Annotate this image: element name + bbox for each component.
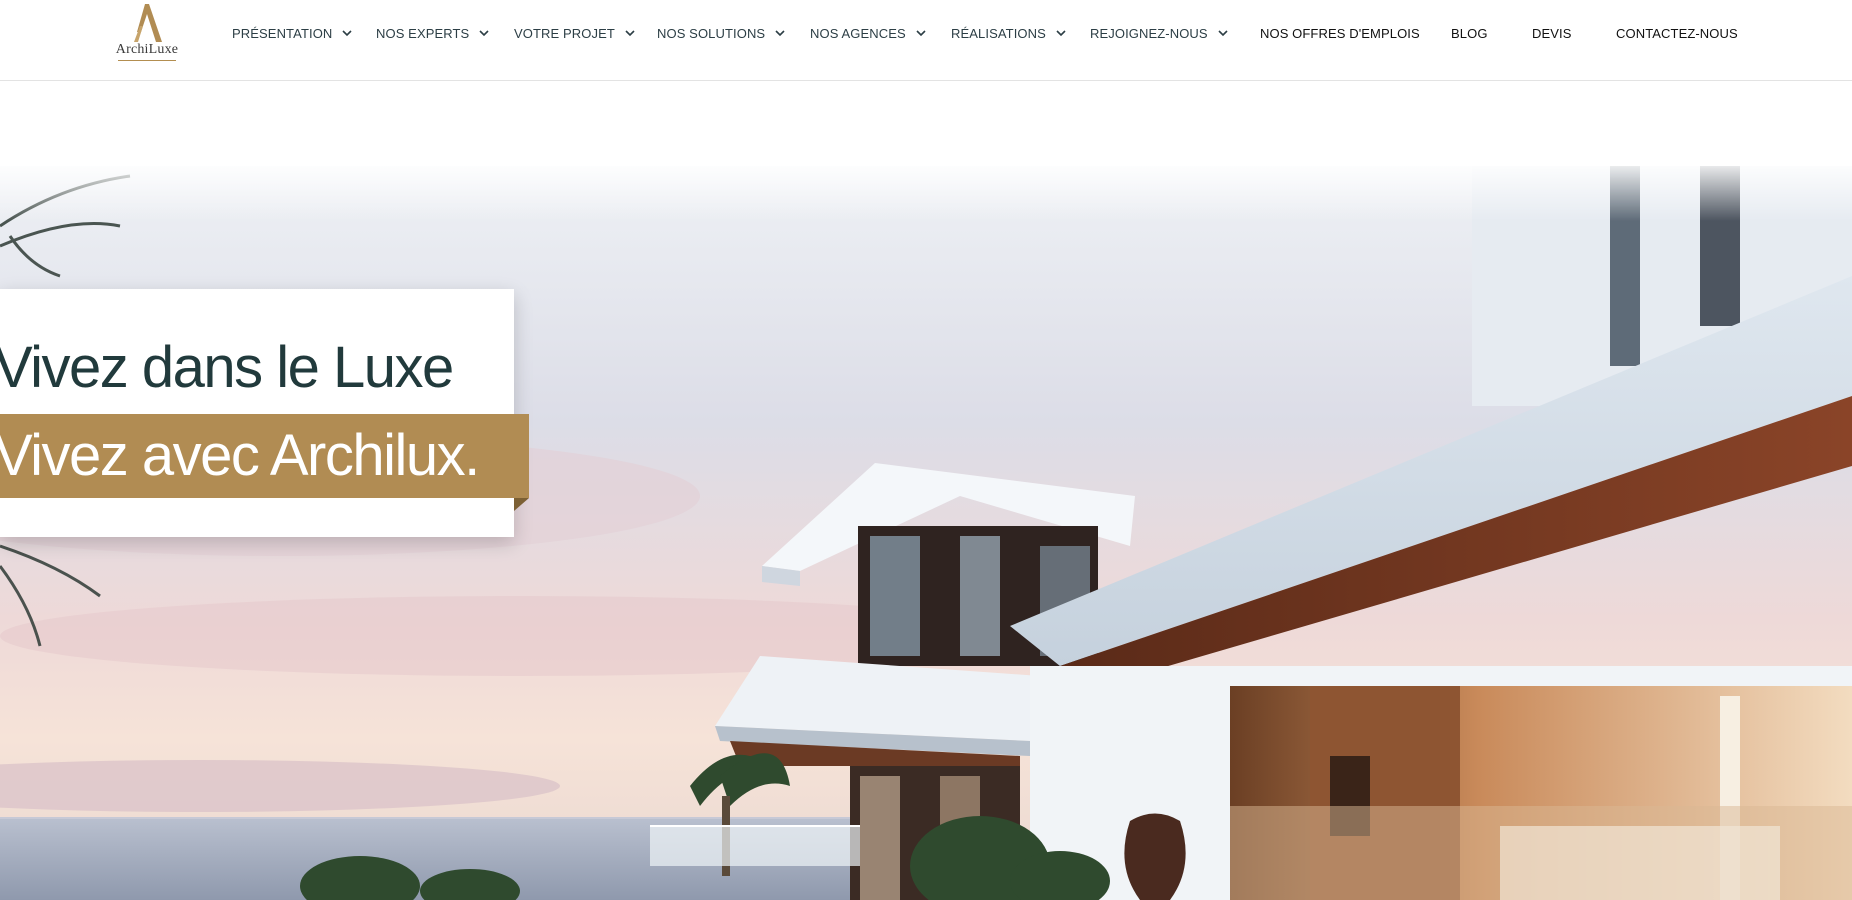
site-header: ArchiLuxe PRÉSENTATION NOS EXPERTS VOTRE… (0, 0, 1852, 81)
chevron-down-icon (625, 30, 635, 37)
nav-item-label: NOS EXPERTS (376, 25, 470, 41)
nav-item-label: PRÉSENTATION (232, 25, 333, 41)
chevron-down-icon (1056, 30, 1066, 37)
nav-item-presentation[interactable]: PRÉSENTATION (232, 24, 353, 42)
nav-item-nos-experts[interactable]: NOS EXPERTS (376, 24, 490, 42)
nav-item-contactez-nous[interactable]: CONTACTEZ-NOUS (1616, 24, 1738, 42)
nav-item-label: DEVIS (1532, 25, 1572, 41)
hero-headline-card (0, 289, 514, 537)
logo-underline (118, 60, 176, 61)
nav-item-realisations[interactable]: RÉALISATIONS (951, 24, 1067, 42)
hero-headline-line-2: Vivez avec Archilux. (0, 423, 480, 488)
hero-headline-line-1: Vivez dans le Luxe (0, 335, 454, 400)
nav-item-rejoignez-nous[interactable]: REJOIGNEZ-NOUS (1090, 24, 1229, 42)
nav-item-label: NOS OFFRES D'EMPLOIS (1260, 25, 1420, 41)
chevron-down-icon (1218, 30, 1228, 37)
nav-item-label: NOS AGENCES (810, 25, 906, 41)
nav-item-nos-agences[interactable]: NOS AGENCES (810, 24, 927, 42)
chevron-down-icon (479, 30, 489, 37)
nav-item-label: RÉALISATIONS (951, 25, 1046, 41)
logo-a-mark-icon (134, 4, 162, 42)
nav-item-nos-offres-emplois[interactable]: NOS OFFRES D'EMPLOIS (1260, 24, 1420, 42)
site-logo[interactable]: ArchiLuxe (112, 4, 182, 62)
nav-item-label: REJOIGNEZ-NOUS (1090, 25, 1208, 41)
logo-wordmark: ArchiLuxe (115, 42, 179, 57)
nav-item-votre-projet[interactable]: VOTRE PROJET (514, 24, 636, 42)
nav-item-label: NOS SOLUTIONS (657, 25, 766, 41)
hero-top-fade (0, 81, 1852, 221)
nav-item-label: BLOG (1451, 25, 1488, 41)
nav-item-nos-solutions[interactable]: NOS SOLUTIONS (657, 24, 786, 42)
chevron-down-icon (916, 30, 926, 37)
nav-item-blog[interactable]: BLOG (1451, 24, 1488, 42)
chevron-down-icon (775, 30, 785, 37)
nav-item-label: CONTACTEZ-NOUS (1616, 25, 1738, 41)
hero-band-fold (514, 498, 529, 511)
nav-item-label: VOTRE PROJET (514, 25, 615, 41)
nav-item-devis[interactable]: DEVIS (1532, 24, 1572, 42)
chevron-down-icon (342, 30, 352, 37)
